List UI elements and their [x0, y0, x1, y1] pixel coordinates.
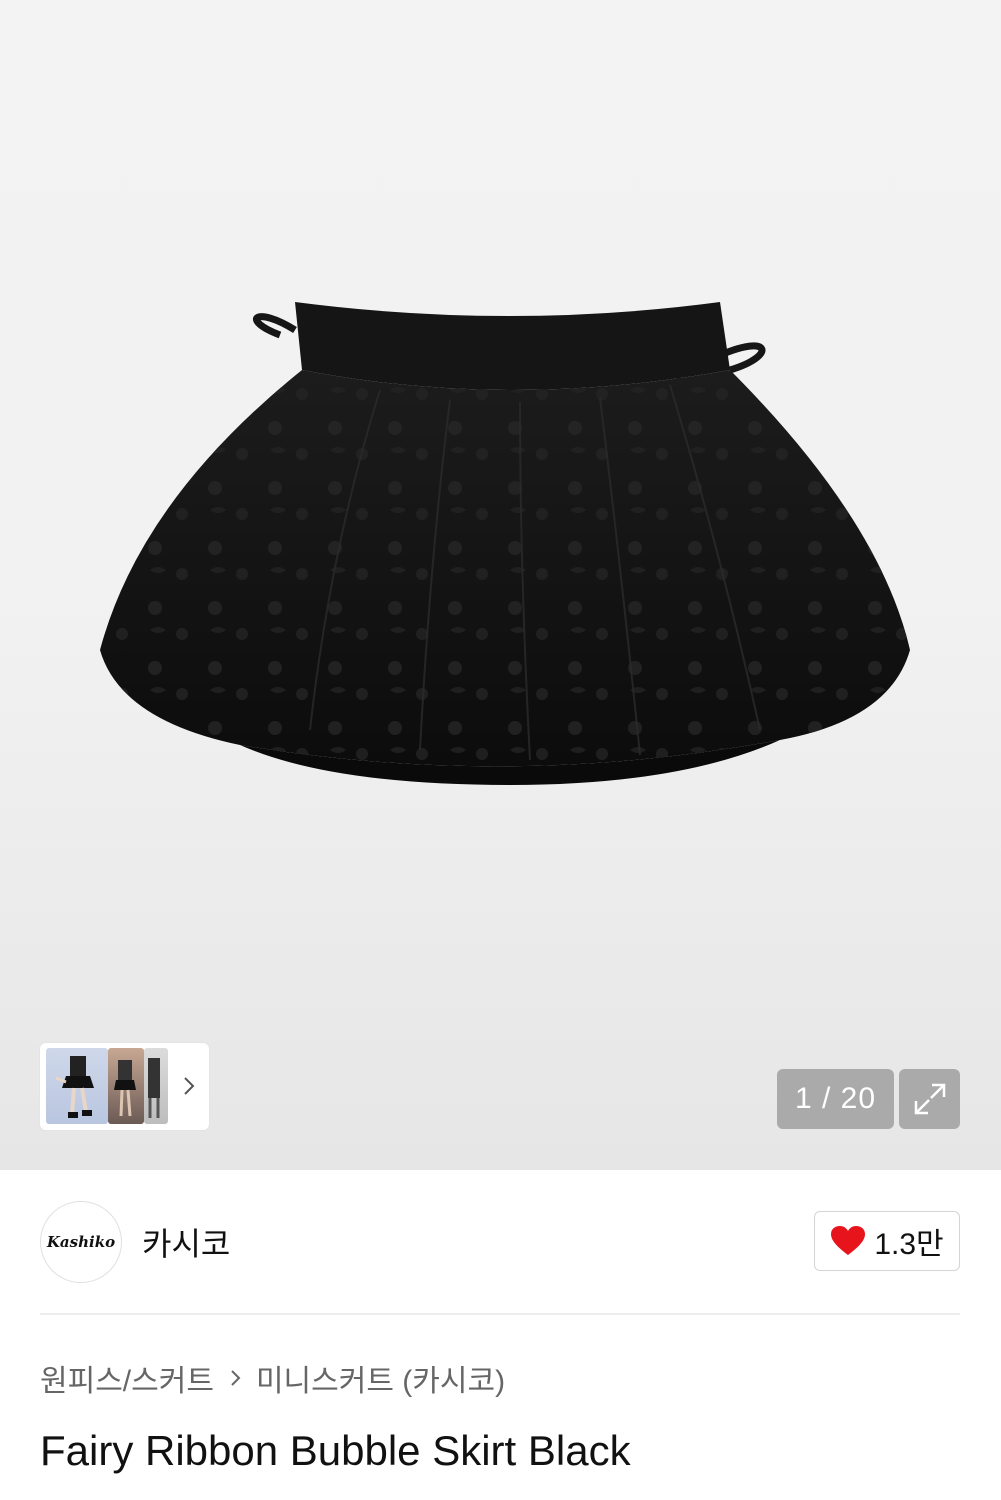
- chevron-right-icon[interactable]: [176, 1064, 202, 1108]
- brand-name[interactable]: 카시코: [142, 1219, 230, 1265]
- thumbnail-model-photo[interactable]: [46, 1048, 108, 1124]
- product-image-gallery[interactable]: 1 / 20: [0, 0, 1001, 1170]
- image-counter: 1 / 20: [777, 1069, 894, 1129]
- breadcrumb-subcategory[interactable]: 미니스커트 (카시코): [256, 1356, 505, 1400]
- thumbnail-model-photo-3[interactable]: [144, 1048, 168, 1124]
- skirt-product-image: [100, 302, 910, 785]
- brand-logo-text: Kashiko: [46, 1233, 116, 1251]
- heart-icon: [831, 1226, 866, 1255]
- breadcrumb: 원피스/스커트 미니스커트 (카시코): [40, 1358, 505, 1398]
- breadcrumb-category[interactable]: 원피스/스커트: [40, 1356, 214, 1400]
- chevron-right-icon: [230, 1368, 242, 1388]
- brand-logo[interactable]: Kashiko: [40, 1201, 122, 1283]
- expand-button[interactable]: [899, 1069, 960, 1129]
- expand-icon: [914, 1083, 945, 1115]
- divider: [40, 1313, 960, 1315]
- thumbnail-model-photo-2[interactable]: [108, 1048, 144, 1124]
- like-button[interactable]: 1.3만: [814, 1211, 960, 1271]
- like-count: 1.3만: [874, 1228, 944, 1261]
- product-title: Fairy Ribbon Bubble Skirt Black: [40, 1427, 631, 1474]
